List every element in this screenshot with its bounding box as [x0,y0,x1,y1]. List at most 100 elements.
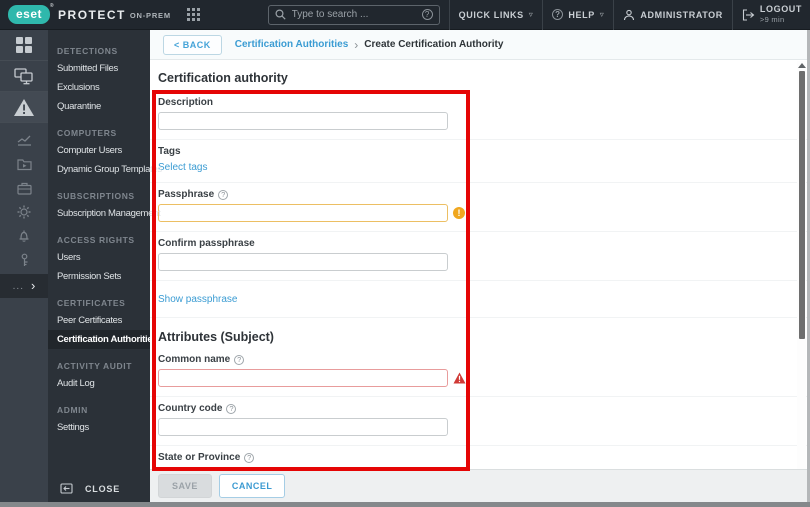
computers-icon [14,67,33,84]
vertical-scrollbar[interactable] [797,61,806,500]
sidebar-item-notifications[interactable] [0,224,48,248]
search-help-icon[interactable]: ? [421,9,433,20]
state-province-help-icon[interactable]: ? [244,452,255,463]
sidebar-item-reports[interactable] [0,152,48,176]
common-name-help-icon[interactable]: ? [234,354,245,365]
sidebar-item-permission-sets[interactable]: Permission Sets [48,267,150,286]
topbar-divider [542,0,544,30]
form-content: Certification authority Description Tags… [150,61,807,469]
topbar-divider [448,0,450,30]
topbar-divider [731,0,733,30]
user-label: ADMINISTRATOR [640,9,723,20]
expand-arrow-icon: › [31,277,36,293]
gear-icon [17,205,31,219]
registered-mark: ® [49,3,55,9]
scroll-up-arrow-icon[interactable] [798,63,806,68]
logout-timer: >9 min [759,14,785,24]
state-province-row: State or Province ? [150,446,807,469]
common-name-error [453,372,466,384]
sidebar-item-audit-log[interactable]: Audit Log [48,374,150,393]
sidebar-item-computers[interactable] [0,61,48,92]
breadcrumb-current: Create Certification Authority [364,39,504,50]
action-bar: SAVE CANCEL [150,469,807,502]
breadcrumb-separator-icon: › [354,37,359,52]
user-icon [624,9,635,20]
main-area: < BACK Certification Authorities › Creat… [150,30,807,502]
menu-header-detections: DETECTIONS [57,46,118,56]
bell-icon [19,230,29,242]
sidebar-item-licenses[interactable] [0,248,48,272]
sidebar-item-settings[interactable]: Settings [48,418,150,437]
search-box[interactable]: ? [267,4,440,25]
passphrase-row: Passphrase ? ! [150,183,807,232]
close-label: CLOSE [85,483,121,494]
error-triangle-icon [453,372,466,384]
sidebar-item-dashboard[interactable] [0,30,48,61]
back-button[interactable]: < BACK [163,34,222,55]
passphrase-label: Passphrase [158,189,215,200]
menu-header-certificates: CERTIFICATES [57,298,126,308]
app-window: eset ® PROTECT ON-PREM ? QUICK LINKS ▿ ?… [0,0,810,507]
logout-icon [742,8,755,21]
sidebar-item-dynamic-group-templates[interactable]: Dynamic Group Templates [48,160,162,179]
sidebar-item-computer-users[interactable]: Computer Users [48,141,150,160]
topbar-divider [613,0,615,30]
scrollbar-thumb[interactable] [798,71,805,339]
chart-icon [17,135,31,146]
passphrase-help-icon[interactable]: ? [218,189,229,200]
common-name-label: Common name [158,354,231,365]
description-row: Description [150,91,807,140]
sidebar-item-tasks[interactable] [0,176,48,200]
collapse-menu-button[interactable]: CLOSE [48,483,150,494]
menu-header-access-rights: ACCESS RIGHTS [57,235,135,245]
logout-label: LOGOUT [759,3,802,14]
confirm-passphrase-input[interactable] [158,253,448,271]
sidebar-menu: DETECTIONS Submitted Files Exclusions Qu… [48,30,162,502]
country-code-label: Country code [158,403,223,414]
search-icon [275,9,286,20]
save-button[interactable]: SAVE [158,474,212,498]
country-code-input[interactable] [158,418,448,436]
product-edition: ON-PREM [129,11,171,20]
search-input[interactable] [291,9,422,20]
passphrase-input[interactable] [158,204,448,222]
breadcrumb-parent-link[interactable]: Certification Authorities [235,39,349,50]
briefcase-icon [16,182,32,195]
sidebar-item-certification-authorities[interactable]: Certification Authorities [48,330,158,349]
select-tags-link[interactable]: Select tags [158,162,207,173]
product-name: PROTECT [58,7,126,22]
sidebar-item-quarantine[interactable]: Quarantine [48,97,150,116]
show-passphrase-link[interactable]: Show passphrase [158,294,238,305]
quick-links-menu[interactable]: QUICK LINKS ▿ [459,10,534,20]
sidebar-item-policies[interactable] [0,200,48,224]
description-input[interactable] [158,112,448,130]
sidebar-item-more[interactable]: ... › [0,274,48,298]
logout-button[interactable]: LOGOUT >9 min [742,3,802,25]
quick-links-label: QUICK LINKS [458,9,524,20]
common-name-input[interactable] [158,369,448,387]
country-code-row: Country code ? [150,397,807,446]
country-code-help-icon[interactable]: ? [226,403,237,414]
page-title: Certification authority [158,71,288,85]
sidebar-item-status-overview[interactable] [0,128,48,152]
attributes-subject-title: Attributes (Subject) [158,330,274,344]
warning-icon: ! [453,207,465,219]
collapse-icon [60,483,73,494]
sidebar-item-detections[interactable] [0,92,48,123]
user-menu[interactable]: ADMINISTRATOR [623,9,722,21]
tags-row: Tags Select tags [150,140,807,183]
app-grid-icon[interactable] [186,8,200,21]
top-bar: eset ® PROTECT ON-PREM ? QUICK LINKS ▿ ?… [0,0,810,30]
sidebar-item-peer-certificates[interactable]: Peer Certificates [48,311,150,330]
eset-logo-text: eset [16,7,43,21]
sidebar-item-exclusions[interactable]: Exclusions [48,78,150,97]
sidebar-item-subscription-management[interactable]: Subscription Management [48,204,161,223]
sidebar-item-submitted-files[interactable]: Submitted Files [48,59,150,78]
chevron-down-icon: ▿ [528,10,534,19]
cancel-button[interactable]: CANCEL [218,474,286,498]
state-province-label: State or Province [158,452,241,463]
help-menu[interactable]: ? HELP ▿ [552,9,604,20]
common-name-row: Common name ? [150,348,807,397]
sidebar-item-users[interactable]: Users [48,248,150,267]
chevron-down-icon: ▿ [599,10,605,19]
